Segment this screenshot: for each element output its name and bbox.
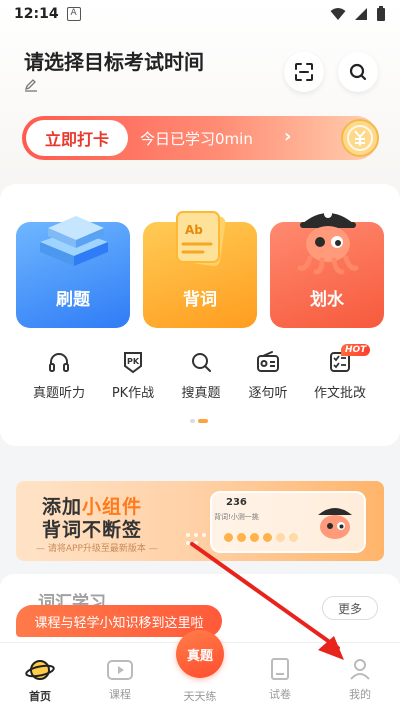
books-icon: [40, 216, 108, 266]
widget-mini-text: 背词!小测一挑: [214, 513, 259, 521]
tab-label: 我的: [349, 688, 371, 701]
checkin-banner[interactable]: 立即打卡 今日已学习0min ›: [22, 116, 378, 160]
feature-listening[interactable]: 真题听力: [22, 350, 96, 401]
scan-button[interactable]: [284, 52, 324, 92]
day-dot: [237, 533, 246, 542]
radio-icon: [257, 351, 279, 372]
search-icon: [192, 353, 211, 372]
page-title[interactable]: 请选择目标考试时间: [24, 46, 204, 75]
tab-home[interactable]: 首页: [10, 657, 70, 704]
more-button[interactable]: 更多: [322, 596, 378, 620]
status-time: 12:14: [14, 6, 59, 22]
widget-count: 236: [226, 497, 247, 508]
tile-label: 背词: [183, 290, 217, 310]
day-dot: [250, 533, 259, 542]
tab-label: 课程: [109, 688, 131, 701]
profile-icon: [350, 659, 370, 680]
chevron-right-icon: ›: [284, 126, 292, 147]
coin-icon: [341, 119, 379, 157]
svg-text:PK: PK: [127, 357, 140, 366]
tile-practice[interactable]: 刷题: [16, 216, 130, 328]
signal-icon: [355, 8, 367, 20]
study-time-text: 今日已学习0min: [140, 130, 253, 148]
search-icon: [349, 63, 367, 81]
day-dot: [289, 533, 298, 542]
home-planet-icon: [25, 660, 55, 680]
tile-label: 刷题: [56, 290, 90, 310]
day-dot: [263, 533, 272, 542]
feature-label: PK作战: [111, 386, 155, 401]
headphones-icon: [49, 353, 69, 372]
battery-icon: [377, 6, 385, 21]
tile-relax[interactable]: 划水: [270, 210, 384, 328]
tab-profile[interactable]: 我的: [330, 657, 390, 702]
wifi-icon: [330, 8, 346, 20]
tile-label: 划水: [310, 290, 344, 310]
tab-label: 试卷: [269, 688, 291, 701]
feature-search-questions[interactable]: 搜真题: [164, 350, 238, 401]
feature-essay-correction[interactable]: 作文批改: [303, 350, 377, 401]
tab-papers[interactable]: 试卷: [250, 657, 310, 702]
pirate-octopus-icon: [318, 508, 352, 539]
widget-day-dots: [224, 533, 298, 542]
pirate-octopus-icon: [297, 210, 359, 275]
widget-subtitle: — 请将APP升级至最新版本 —: [36, 544, 158, 554]
page-dot-active: [198, 419, 208, 423]
widget-promo-banner[interactable]: 添加小组件 背词不断签 — 请将APP升级至最新版本 —: [16, 481, 384, 561]
feature-label: 搜真题: [181, 386, 221, 401]
tab-label: 首页: [29, 690, 51, 703]
feature-label: 逐句听: [248, 386, 288, 401]
tab-courses[interactable]: 课程: [90, 657, 150, 702]
flashcard-icon: Ab: [176, 211, 226, 267]
tab-label: 天天练: [183, 690, 217, 703]
tile-vocabulary[interactable]: Ab 背词: [143, 211, 257, 328]
pk-icon: PK: [124, 352, 142, 374]
edit-icon[interactable]: [24, 78, 38, 92]
svg-text:Ab: Ab: [185, 223, 203, 237]
page-dot: [190, 419, 195, 423]
status-indicator: A: [66, 7, 81, 21]
day-dot: [224, 533, 233, 542]
status-icons: [330, 6, 386, 22]
paper-icon: [271, 658, 289, 680]
day-dot: [276, 533, 285, 542]
checkin-button[interactable]: 立即打卡: [26, 120, 128, 156]
feature-label: 真题听力: [32, 386, 85, 401]
status-bar: 12:14 A: [0, 0, 400, 28]
decor-dots-icon: [186, 533, 206, 545]
page-indicator: [190, 419, 208, 423]
feature-label: 作文批改: [313, 386, 366, 401]
feature-sentence-listening[interactable]: 逐句听: [231, 350, 305, 401]
scan-icon: [295, 63, 313, 81]
widget-title-line2: 背词不断签: [42, 519, 143, 541]
video-icon: [107, 660, 133, 680]
search-button[interactable]: [338, 52, 378, 92]
top-background: [0, 0, 400, 200]
feature-pk[interactable]: PK PK作战: [96, 350, 170, 401]
tab-daily-practice[interactable]: 真题: [176, 630, 224, 678]
hot-badge: HOT: [341, 344, 371, 356]
